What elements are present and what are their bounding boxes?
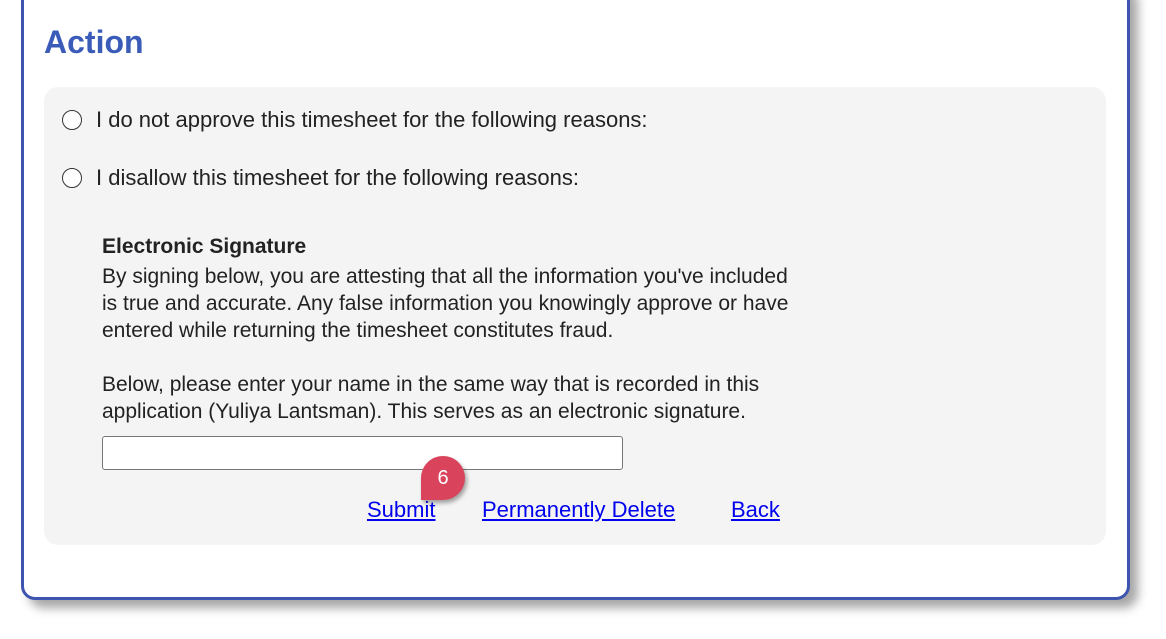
option-not-approve-label: I do not approve this timesheet for the … (96, 107, 648, 132)
permanently-delete-link[interactable]: Permanently Delete (482, 497, 675, 523)
signature-instruction-line-1: Below, please enter your name in the sam… (102, 373, 760, 396)
signature-title: Electronic Signature (102, 235, 307, 258)
option-disallow-label: I disallow this timesheet for the follow… (96, 165, 580, 190)
radio-disallow[interactable] (62, 168, 82, 188)
signature-instruction-line-2: application (Yuliya Lantsman). This serv… (102, 400, 746, 423)
submit-link[interactable]: Submit (367, 497, 435, 523)
step-callout-number: 6 (437, 467, 449, 489)
signature-attestation-line-2: is true and accurate. Any false informat… (102, 292, 789, 315)
signature-name-input[interactable] (102, 436, 623, 470)
signature-attestation-line-1: By signing below, you are attesting that… (102, 265, 788, 288)
option-not-approve[interactable]: I do not approve this timesheet for the … (62, 107, 648, 133)
signature-attestation-line-3: entered while returning the timesheet co… (102, 319, 614, 342)
option-disallow[interactable]: I disallow this timesheet for the follow… (62, 165, 579, 191)
section-title: Action (44, 24, 144, 60)
radio-not-approve[interactable] (62, 110, 82, 130)
back-link[interactable]: Back (731, 497, 780, 523)
